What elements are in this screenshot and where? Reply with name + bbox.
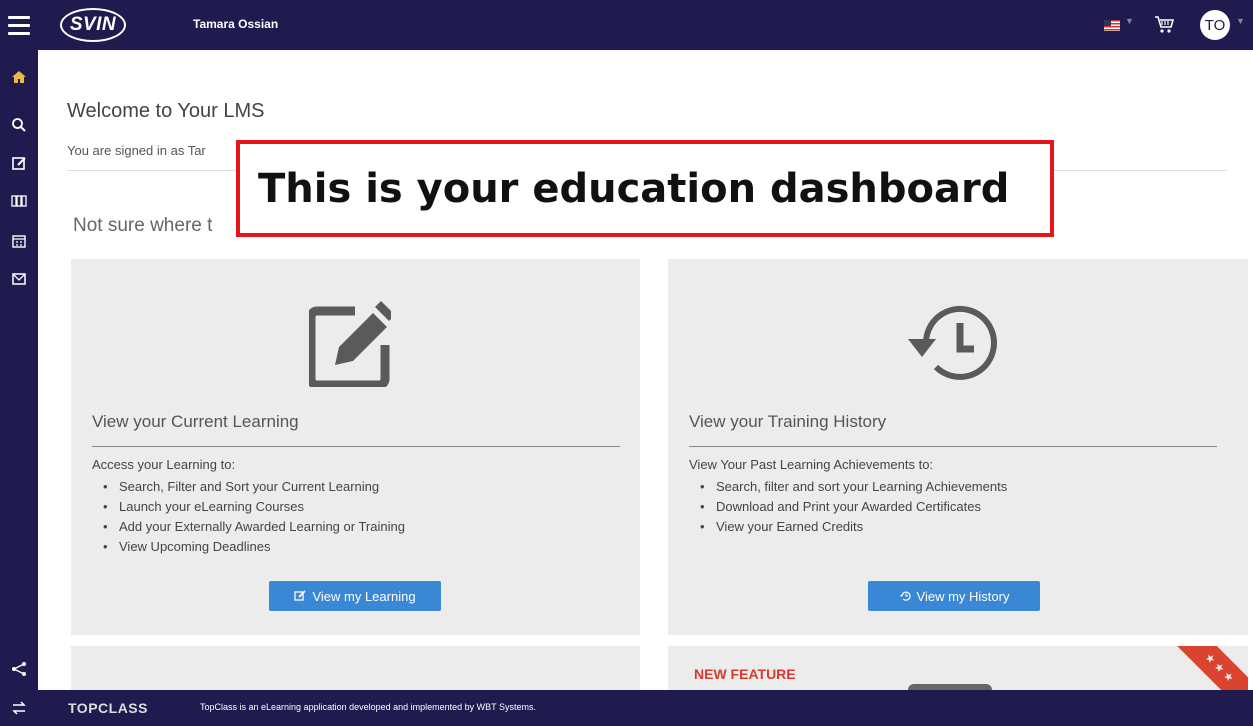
bullet-list: Search, Filter and Sort your Current Lea… [103,479,405,559]
sidebar [0,50,38,690]
calendar-icon[interactable] [8,230,30,252]
section-heading: Not sure where t [73,215,213,236]
list-item: View your Earned Credits [700,519,1007,539]
card-title: View your Current Learning [92,412,299,431]
training-history-card: View your Training History View Your Pas… [668,259,1248,635]
logo[interactable]: SVIN [60,8,126,42]
new-feature-label: NEW FEATURE [694,666,796,682]
edit-icon [306,301,395,392]
list-item: Download and Print your Awarded Certific… [700,499,1007,519]
bullet-list: Search, filter and sort your Learning Ac… [700,479,1007,539]
envelope-icon[interactable] [8,268,30,290]
signed-in-text: You are signed in as Tar [67,143,206,158]
view-my-learning-button[interactable]: View my Learning [269,581,441,611]
annotation-text: This is your education dashboard [258,165,1010,212]
card-divider [689,446,1217,447]
flag-us-icon[interactable] [1104,20,1120,31]
chevron-down-icon[interactable]: ▼ [1125,16,1134,26]
card-intro: View Your Past Learning Achievements to: [689,457,934,472]
menu-icon[interactable] [0,0,38,50]
top-bar: SVIN Tamara Ossian ▼ TO ▼ [0,0,1253,50]
card-title: View your Training History [689,412,887,431]
list-item: Search, filter and sort your Learning Ac… [700,479,1007,499]
edit-icon[interactable] [8,152,30,174]
footer-brand: TOPCLASS [68,700,148,716]
user-name: Tamara Ossian [193,17,279,31]
list-item: Search, Filter and Sort your Current Lea… [103,479,405,499]
button-label: View my History [916,588,1010,604]
card-intro: Access your Learning to: [92,457,236,472]
edit-icon [294,590,307,601]
chevron-down-icon[interactable]: ▼ [1236,16,1245,26]
history-icon [906,303,998,390]
button-label: View my Learning [312,588,416,604]
list-item: Launch your eLearning Courses [103,499,405,519]
view-my-history-button[interactable]: View my History [868,581,1040,611]
annotation-callout: This is your education dashboard [236,140,1054,237]
footer-text: TopClass is an eLearning application dev… [200,702,537,712]
cart-icon[interactable] [1153,13,1175,35]
switch-icon[interactable] [8,697,30,719]
footer: TOPCLASS TopClass is an eLearning applic… [0,690,1253,726]
search-icon[interactable] [8,114,30,136]
library-icon[interactable] [8,190,30,212]
avatar[interactable]: TO [1200,10,1230,40]
current-learning-card: View your Current Learning Access your L… [71,259,640,635]
list-item: Add your Externally Awarded Learning or … [103,519,405,539]
page-title: Welcome to Your LMS [67,100,265,122]
card-divider [92,446,620,447]
share-icon[interactable] [8,658,30,680]
home-icon[interactable] [8,66,30,88]
list-item: View Upcoming Deadlines [103,539,405,559]
history-icon [899,591,911,601]
